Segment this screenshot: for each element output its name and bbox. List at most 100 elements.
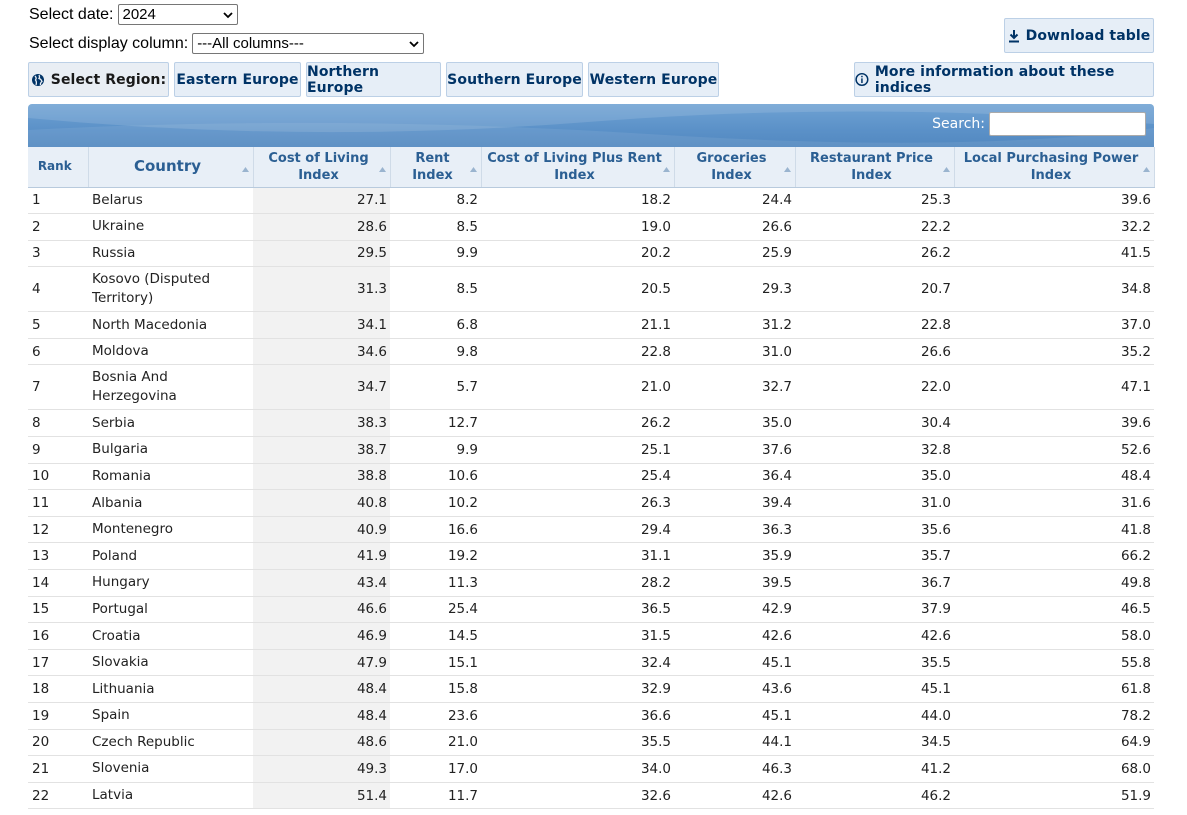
value-cell: 21.0: [481, 364, 674, 411]
rank-cell: 14: [28, 569, 88, 597]
country-cell[interactable]: Lithuania: [88, 675, 253, 703]
rank-cell: 8: [28, 409, 88, 438]
download-table-button[interactable]: Download table: [1004, 18, 1154, 53]
search-input[interactable]: [989, 112, 1146, 136]
value-cell: 38.8: [253, 463, 390, 491]
country-cell[interactable]: Ukraine: [88, 213, 253, 241]
value-cell: 34.8: [954, 266, 1154, 313]
rank-cell: 20: [28, 729, 88, 757]
country-cell[interactable]: Slovakia: [88, 649, 253, 677]
region-southern-europe-button[interactable]: Southern Europe: [446, 62, 583, 97]
country-cell[interactable]: Bulgaria: [88, 436, 253, 464]
column-header-cost-of-living-index[interactable]: Cost of Living Index: [253, 147, 391, 188]
rank-cell: 15: [28, 596, 88, 624]
value-cell: 35.0: [674, 409, 795, 438]
value-cell: 39.4: [674, 489, 795, 517]
country-cell[interactable]: North Macedonia: [88, 311, 253, 339]
value-cell: 11.7: [390, 782, 481, 810]
country-cell[interactable]: Montenegro: [88, 516, 253, 544]
value-cell: 35.7: [795, 542, 954, 571]
value-cell: 16.6: [390, 516, 481, 544]
country-cell[interactable]: Albania: [88, 489, 253, 517]
value-cell: 6.8: [390, 311, 481, 339]
table-row: 18 Lithuania 48.4 15.8 32.9 43.6 45.1 61.8: [28, 675, 1154, 703]
value-cell: 45.1: [674, 649, 795, 677]
value-cell: 26.6: [674, 213, 795, 241]
country-cell[interactable]: Hungary: [88, 569, 253, 597]
rank-cell: 18: [28, 675, 88, 703]
value-cell: 49.8: [954, 569, 1154, 597]
value-cell: 41.5: [954, 240, 1154, 268]
value-cell: 29.3: [674, 266, 795, 313]
value-cell: 25.1: [481, 436, 674, 464]
country-cell[interactable]: Bosnia And Herzegovina: [88, 364, 253, 411]
country-cell[interactable]: Spain: [88, 702, 253, 730]
column-header-rank[interactable]: Rank: [28, 147, 89, 188]
value-cell: 32.4: [481, 649, 674, 677]
value-cell: 32.9: [481, 675, 674, 703]
value-cell: 34.0: [481, 755, 674, 783]
column-select[interactable]: ---All columns---: [192, 33, 425, 54]
column-header-restaurant-price-index[interactable]: Restaurant Price Index: [795, 147, 955, 188]
value-cell: 34.5: [795, 729, 954, 757]
value-cell: 34.6: [253, 338, 390, 366]
value-cell: 41.8: [954, 516, 1154, 544]
table-row: 9 Bulgaria 38.7 9.9 25.1 37.6 32.8 52.6: [28, 436, 1154, 464]
country-cell[interactable]: Croatia: [88, 622, 253, 650]
country-cell[interactable]: Romania: [88, 463, 253, 491]
more-info-button[interactable]: More information about these indices: [854, 62, 1154, 97]
region-northern-europe-button[interactable]: Northern Europe: [306, 62, 441, 97]
value-cell: 36.3: [674, 516, 795, 544]
table-row: 13 Poland 41.9 19.2 31.1 35.9 35.7 66.2: [28, 542, 1154, 571]
sort-arrow-icon: [662, 166, 670, 172]
country-cell[interactable]: Slovenia: [88, 755, 253, 783]
column-header-country[interactable]: Country: [88, 147, 254, 188]
country-cell[interactable]: Portugal: [88, 596, 253, 624]
value-cell: 30.4: [795, 409, 954, 438]
download-icon: [1008, 29, 1019, 42]
table-row: 7 Bosnia And Herzegovina 34.7 5.7 21.0 32.7 22…: [28, 364, 1154, 411]
value-cell: 44.1: [674, 729, 795, 757]
column-header-groceries-index[interactable]: Groceries Index: [674, 147, 796, 188]
country-cell[interactable]: Kosovo (Disputed Territory): [88, 266, 253, 313]
value-cell: 37.9: [795, 596, 954, 624]
column-header-rent-index[interactable]: Rent Index: [390, 147, 482, 188]
date-select[interactable]: 2024: [117, 4, 238, 25]
value-cell: 12.7: [390, 409, 481, 438]
value-cell: 8.2: [390, 187, 481, 215]
value-cell: 55.8: [954, 649, 1154, 677]
table-row: 11 Albania 40.8 10.2 26.3 39.4 31.0 31.6: [28, 489, 1154, 517]
table-row: 17 Slovakia 47.9 15.1 32.4 45.1 35.5 55.8: [28, 649, 1154, 677]
table-row: 15 Portugal 46.6 25.4 36.5 42.9 37.9 46.5: [28, 596, 1154, 624]
country-cell[interactable]: Serbia: [88, 409, 253, 438]
region-western-europe-button[interactable]: Western Europe: [588, 62, 719, 97]
value-cell: 22.8: [795, 311, 954, 339]
country-cell[interactable]: Poland: [88, 542, 253, 571]
value-cell: 31.3: [253, 266, 390, 313]
value-cell: 35.5: [795, 649, 954, 677]
rank-cell: 11: [28, 489, 88, 517]
value-cell: 31.0: [674, 338, 795, 366]
country-cell[interactable]: Belarus: [88, 187, 253, 215]
country-cell[interactable]: Moldova: [88, 338, 253, 366]
region-eastern-europe-button[interactable]: Eastern Europe: [174, 62, 301, 97]
sort-arrow-icon: [241, 166, 249, 172]
column-header-local-purchasing-power-index[interactable]: Local Purchasing Power Index: [954, 147, 1155, 188]
column-header-label: Cost of Living Index: [268, 150, 369, 183]
table-row: 19 Spain 48.4 23.6 36.6 45.1 44.0 78.2: [28, 702, 1154, 730]
table-row: 20 Czech Republic 48.6 21.0 35.5 44.1 34.5 64.9: [28, 729, 1154, 757]
table-banner: Search:: [28, 104, 1154, 147]
country-cell[interactable]: Czech Republic: [88, 729, 253, 757]
country-cell[interactable]: Latvia: [88, 782, 253, 810]
column-header-cost-of-living-plus-rent-index[interactable]: Cost of Living Plus Rent Index: [481, 147, 675, 188]
info-icon: [855, 72, 869, 87]
value-cell: 39.6: [954, 187, 1154, 215]
date-control: Select date: 2024: [29, 4, 238, 25]
value-cell: 43.6: [674, 675, 795, 703]
date-label: Select date:: [29, 5, 114, 23]
country-cell[interactable]: Russia: [88, 240, 253, 268]
value-cell: 40.8: [253, 489, 390, 517]
value-cell: 29.4: [481, 516, 674, 544]
value-cell: 34.7: [253, 364, 390, 411]
value-cell: 58.0: [954, 622, 1154, 650]
